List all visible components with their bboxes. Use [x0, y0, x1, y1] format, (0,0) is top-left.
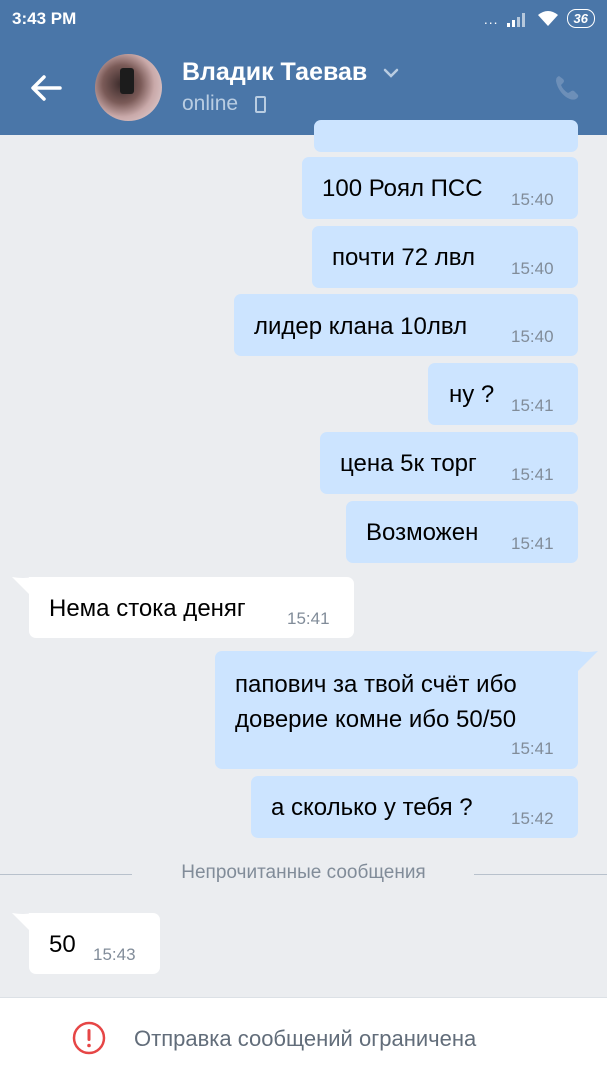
message-bubble[interactable]: Нема стока деняг 15:41: [29, 577, 354, 638]
message-text: а сколько у тебя ?: [271, 794, 473, 821]
message-text: цена 5к торг: [340, 450, 477, 477]
message-text: 100 Роял ПСС: [322, 175, 483, 202]
contact-status: online: [182, 92, 239, 115]
back-arrow-icon[interactable]: [28, 70, 64, 106]
message-time: 15:41: [511, 465, 554, 484]
message-text: почти 72 лвл: [332, 244, 475, 271]
message-text: лидер клана 10лвл: [254, 313, 468, 340]
message-time: 15:40: [511, 259, 554, 278]
bubble-tail: [578, 651, 598, 671]
message-text: Возможен: [366, 519, 479, 546]
message-time: 15:41: [511, 739, 554, 758]
messaging-restricted-notice: Отправка сообщений ограничена: [134, 1026, 477, 1051]
unread-messages-label: Непрочитанные сообщения: [181, 862, 426, 883]
message-time: 15:42: [511, 809, 554, 828]
message-text: 50: [49, 931, 76, 958]
message-bubble[interactable]: 50 15:43: [29, 913, 160, 974]
signal-icon: [506, 12, 525, 27]
message-bubble[interactable]: лидер клана 10лвл 15:40: [234, 294, 578, 356]
avatar[interactable]: [95, 54, 162, 121]
battery-icon: 36: [566, 9, 595, 28]
message-bubble[interactable]: а сколько у тебя ? 15:42: [251, 776, 578, 838]
message-time: 15:43: [93, 945, 136, 964]
message-text: Нема стока деняг: [49, 595, 246, 622]
bottom-notice-bar: Отправка сообщений ограничена: [0, 997, 607, 1081]
message-time: 15:41: [511, 396, 554, 415]
message-bubble[interactable]: почти 72 лвл 15:40: [312, 226, 578, 288]
mobile-device-icon: [255, 96, 266, 113]
phone-call-icon[interactable]: [552, 73, 582, 103]
status-bar: 3:43 PM ... 36: [0, 0, 607, 40]
message-text: ну ?: [449, 381, 495, 408]
message-text-line-2: доверие комне ибо 50/50: [235, 706, 517, 733]
message-time: 15:40: [511, 190, 554, 209]
message-bubble[interactable]: ну ? 15:41: [428, 363, 578, 425]
message-time: 15:41: [287, 609, 330, 628]
more-dots-icon: ...: [483, 10, 499, 27]
chevron-down-icon[interactable]: [383, 67, 399, 79]
message-bubble[interactable]: Возможен 15:41: [346, 501, 578, 563]
message-bubble[interactable]: цена 5к торг 15:41: [320, 432, 578, 494]
status-icons: ... 36: [484, 9, 595, 28]
message-bubble[interactable]: 100 Роял ПСС 15:40: [302, 157, 578, 219]
wifi-icon: [537, 10, 558, 26]
message-bubble[interactable]: папович за твой счёт ибо доверие комне и…: [215, 651, 578, 769]
warning-icon: [72, 1021, 106, 1055]
message-time: 15:41: [511, 534, 554, 553]
message-bubble-partial: [314, 120, 578, 152]
contact-name[interactable]: Владик Таевав: [182, 58, 367, 87]
message-time: 15:40: [511, 327, 554, 346]
message-text-line-1: папович за твой счёт ибо: [235, 671, 517, 698]
status-time: 3:43 PM: [12, 9, 77, 28]
